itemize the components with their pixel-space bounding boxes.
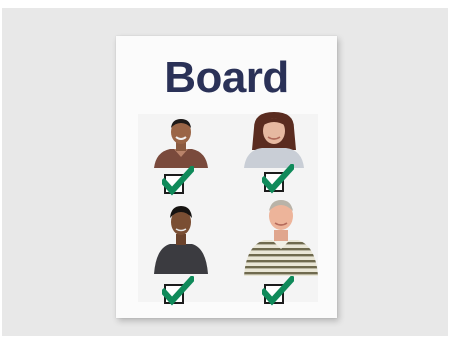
- person-photo-4: [244, 200, 318, 276]
- person-photo-3: [154, 206, 208, 274]
- board-sheet: Board: [116, 36, 337, 318]
- image-frame: Board: [2, 8, 448, 336]
- checkbox-checked-2: [262, 164, 294, 194]
- checkbox-checked-1: [162, 166, 194, 196]
- checkbox-checked-3: [162, 276, 194, 306]
- person-photo-2: [244, 112, 304, 168]
- person-photo-1: [154, 119, 208, 168]
- checkbox-checked-4: [262, 276, 294, 306]
- board-title: Board: [164, 53, 289, 102]
